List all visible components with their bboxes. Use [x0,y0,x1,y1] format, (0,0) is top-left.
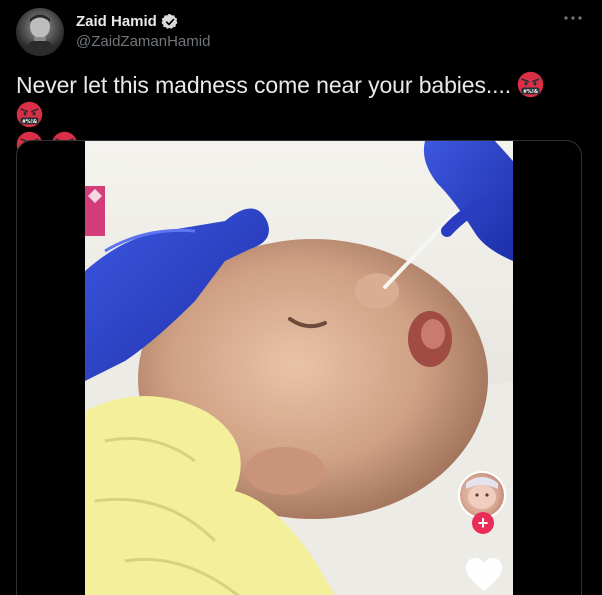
video-frame-image [85,141,513,595]
more-dots-icon [564,16,582,20]
author-avatar[interactable] [16,8,64,56]
author-name-row: Zaid Hamid [76,12,179,32]
angry-face-with-symbols-icon: #%!& [518,71,544,98]
more-options-button[interactable] [556,8,590,28]
follow-plus-button[interactable]: + [472,512,494,534]
verified-badge-icon [161,14,178,29]
media-card[interactable]: + [16,140,582,595]
avatar-portrait-icon [22,14,58,56]
author-display-name[interactable]: Zaid Hamid [76,12,157,32]
emoji-symbols-text: #%!& [22,119,38,125]
tweet[interactable]: Zaid Hamid @ZaidZamanHamid Never let thi… [0,0,602,595]
tweet-text-line: Never let this madness come near your ba… [16,72,512,98]
video-player[interactable] [85,141,513,595]
emoji-symbols-text: #%!& [523,89,539,95]
angry-face-with-symbols-icon: #%!& [16,101,43,128]
creator-avatar-icon [466,477,498,509]
author-handle[interactable]: @ZaidZamanHamid [76,32,210,52]
like-heart-icon[interactable] [465,557,503,593]
